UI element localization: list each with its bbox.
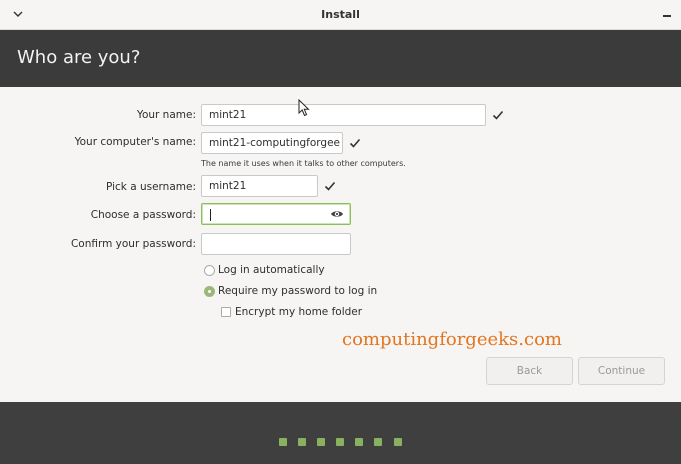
watermark-text: computingforgeeks.com <box>342 329 562 350</box>
confirm-password-label: Confirm your password: <box>70 238 196 250</box>
progress-dot <box>336 438 344 446</box>
page-header: Who are you? <box>0 30 681 87</box>
back-button[interactable]: Back <box>486 357 573 385</box>
username-label: Pick a username: <box>105 181 196 193</box>
progress-dot <box>374 438 382 446</box>
computer-name-label: Your computer's name: <box>74 136 196 148</box>
computer-name-field[interactable]: mint21-computingforgee <box>201 132 343 154</box>
continue-button[interactable]: Continue <box>578 357 665 385</box>
require-password-label[interactable]: Require my password to log in <box>218 285 377 297</box>
require-password-radio[interactable] <box>204 286 215 297</box>
progress-dot <box>279 438 287 446</box>
name-label: Your name: <box>136 109 196 121</box>
username-field[interactable]: mint21 <box>201 175 318 197</box>
user-form: Your name: mint21 Your computer's name: … <box>0 87 681 402</box>
minimize-icon[interactable] <box>663 15 671 17</box>
installer-window: Install Who are you? Your name: mint21 Y… <box>0 0 681 464</box>
text-caret <box>210 209 211 221</box>
mouse-pointer-icon <box>298 99 310 117</box>
progress-dot <box>355 438 363 446</box>
login-auto-radio[interactable] <box>204 265 215 276</box>
name-check-icon <box>492 110 504 120</box>
progress-dot <box>317 438 325 446</box>
name-field[interactable]: mint21 <box>201 104 486 126</box>
window-title: Install <box>321 8 360 21</box>
confirm-password-field[interactable] <box>201 233 351 255</box>
progress-dot <box>298 438 306 446</box>
computer-name-check-icon <box>349 138 361 148</box>
password-label: Choose a password: <box>90 209 196 221</box>
username-check-icon <box>324 181 336 191</box>
eye-icon[interactable] <box>330 208 344 220</box>
progress-dot <box>394 438 402 446</box>
title-bar: Install <box>0 0 681 30</box>
encrypt-home-label[interactable]: Encrypt my home folder <box>235 306 362 318</box>
encrypt-home-checkbox[interactable] <box>221 307 231 317</box>
computer-name-hint: The name it uses when it talks to other … <box>201 159 406 168</box>
password-field[interactable] <box>201 203 351 225</box>
progress-footer <box>0 402 681 464</box>
login-auto-label[interactable]: Log in automatically <box>218 264 325 276</box>
page-title: Who are you? <box>17 47 141 68</box>
